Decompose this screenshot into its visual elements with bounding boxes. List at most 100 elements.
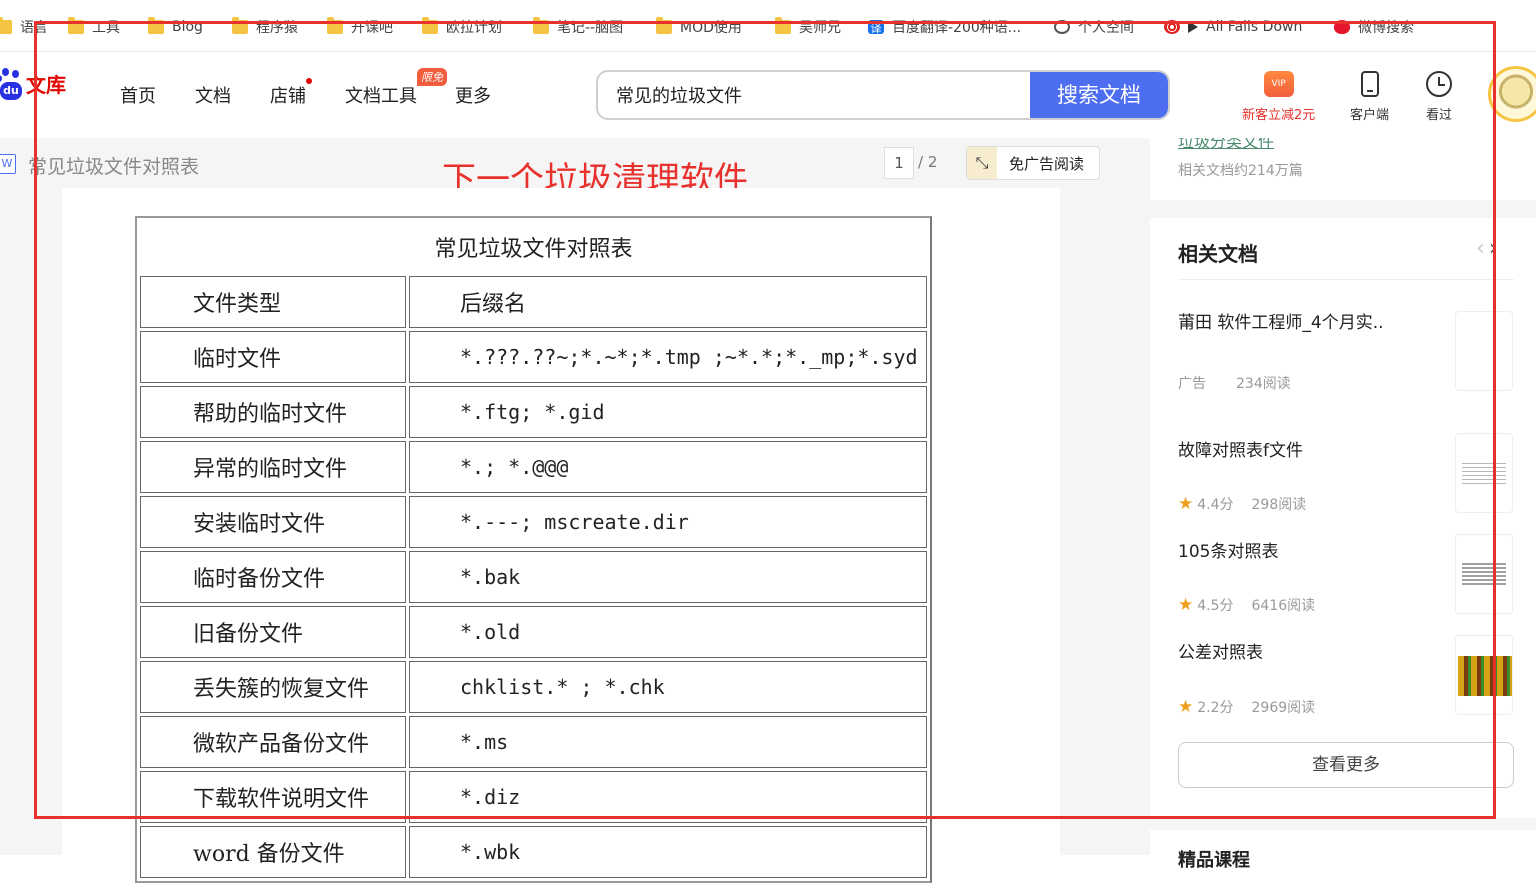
related-doc-meta: ★ 4.5分 6416阅读 bbox=[1178, 595, 1316, 615]
bookmark-item[interactable]: Blog bbox=[148, 16, 203, 38]
related-doc-thumbnail[interactable] bbox=[1455, 635, 1513, 715]
star-icon: ★ bbox=[1178, 697, 1194, 717]
folder-icon bbox=[148, 17, 164, 34]
file-type-cell: 旧备份文件 bbox=[140, 606, 406, 658]
table-row: word 备份文件 *.wbk bbox=[140, 826, 927, 878]
related-docs-heading: 相关文档 bbox=[1178, 242, 1258, 266]
bookmark-item[interactable]: 译百度翻译-200种语... bbox=[868, 16, 1021, 38]
file-type-cell: 微软产品备份文件 bbox=[140, 716, 406, 768]
extension-cell: *.diz bbox=[409, 771, 927, 823]
extension-cell: *.bak bbox=[409, 551, 927, 603]
extension-cell: *.; *.@@@ bbox=[409, 441, 927, 493]
header-cell: 后缀名 bbox=[409, 276, 927, 328]
limited-free-badge: 限免 bbox=[417, 68, 447, 86]
extension-cell: *.ftg; *.gid bbox=[409, 386, 927, 438]
nav-home[interactable]: 首页 bbox=[120, 82, 156, 108]
folder-icon bbox=[533, 17, 549, 34]
page-number-input[interactable]: 1 bbox=[884, 147, 914, 179]
phone-icon bbox=[1360, 71, 1379, 97]
bookmark-item[interactable]: MOD使用 bbox=[656, 16, 742, 38]
search-bar: 搜索文档 bbox=[596, 70, 1170, 120]
bookmark-item[interactable]: 微博搜索 bbox=[1334, 16, 1414, 38]
chevron-left-icon[interactable]: ‹ bbox=[1476, 236, 1485, 261]
bookmark-item[interactable]: 个人空间 bbox=[1054, 16, 1134, 38]
bookmark-item[interactable]: 笔记--脑图 bbox=[533, 16, 623, 38]
bookmark-item[interactable]: 欧拉计划 bbox=[422, 16, 502, 38]
avatar[interactable] bbox=[1488, 66, 1536, 122]
table-row: 旧备份文件 *.old bbox=[140, 606, 927, 658]
related-doc-thumbnail[interactable] bbox=[1455, 433, 1513, 513]
globe-icon bbox=[1054, 20, 1070, 34]
nav-doc-tools[interactable]: 文档工具 限免 bbox=[345, 68, 447, 108]
bookmark-item[interactable]: 吴师兄 bbox=[775, 16, 841, 38]
file-type-cell: 临时文件 bbox=[140, 331, 406, 383]
sidebar-gap bbox=[1126, 818, 1536, 830]
extension-cell: *.ms bbox=[409, 716, 927, 768]
table-row: 微软产品备份文件 *.ms bbox=[140, 716, 927, 768]
baidu-paw-icon: du bbox=[0, 68, 24, 100]
related-doc-title[interactable]: 105条对照表 bbox=[1178, 537, 1278, 562]
extension-cell: *.wbk bbox=[409, 826, 927, 878]
bookmark-item[interactable]: All Falls Down bbox=[1164, 16, 1302, 38]
bookmark-item[interactable]: 语言 bbox=[0, 16, 48, 38]
client-download[interactable]: 客户端 bbox=[1350, 68, 1389, 123]
folder-icon bbox=[327, 17, 343, 34]
nav-more[interactable]: 更多 bbox=[455, 82, 491, 108]
related-doc-meta: ★ 4.4分 298阅读 bbox=[1178, 494, 1307, 514]
table-row: 帮助的临时文件 *.ftg; *.gid bbox=[140, 386, 927, 438]
star-icon: ★ bbox=[1178, 494, 1194, 514]
view-more-button[interactable]: 查看更多 bbox=[1178, 742, 1514, 788]
garbage-file-table: 常见垃圾文件对照表 文件类型 后缀名 临时文件 *.???.??~;*.~*;*.… bbox=[135, 216, 932, 883]
sidebar-gap bbox=[1126, 200, 1536, 218]
related-doc-title[interactable]: 公差对照表 bbox=[1178, 638, 1263, 663]
logo-text: 文库 bbox=[26, 72, 66, 97]
bookmark-item[interactable]: 程序猿 bbox=[232, 16, 298, 38]
vip-promo[interactable]: VIP 新客立减2元 bbox=[1242, 68, 1315, 123]
related-count: 相关文档约214万篇 bbox=[1178, 163, 1303, 179]
file-type-cell: word 备份文件 bbox=[140, 826, 406, 878]
ad-free-reading-button[interactable]: ⤡ 免广告阅读 bbox=[966, 146, 1100, 180]
vip-gift-icon: VIP bbox=[1263, 71, 1294, 97]
bookmark-item[interactable]: 开课吧 bbox=[327, 16, 393, 38]
related-doc-title[interactable]: 莆田 软件工程师_4个月实.. bbox=[1178, 308, 1384, 333]
divider bbox=[1178, 279, 1514, 280]
sidebar-gutter bbox=[1126, 138, 1150, 855]
header-cell: 文件类型 bbox=[140, 276, 406, 328]
notification-dot bbox=[306, 78, 312, 84]
related-doc-meta: 广告 234阅读 bbox=[1178, 376, 1291, 392]
table-row: 丢失簇的恢复文件 chklist.* ; *.chk bbox=[140, 661, 927, 713]
bookmark-item[interactable]: 工具 bbox=[68, 16, 120, 38]
word-doc-icon: W bbox=[0, 154, 16, 174]
carousel-arrows: ‹ › bbox=[1476, 236, 1498, 261]
related-doc-thumbnail[interactable] bbox=[1455, 311, 1513, 391]
clock-icon bbox=[1426, 71, 1452, 97]
nav-shop[interactable]: 店铺 bbox=[270, 78, 312, 108]
search-input[interactable] bbox=[598, 72, 1032, 118]
table-row: 临时文件 *.???.??~;*.~*;*.tmp ;~*.*;*._mp;*.s… bbox=[140, 331, 927, 383]
folder-icon bbox=[775, 17, 791, 34]
file-type-cell: 丢失簇的恢复文件 bbox=[140, 661, 406, 713]
wenku-logo[interactable]: du 文库 bbox=[0, 68, 66, 100]
file-type-cell: 临时备份文件 bbox=[140, 551, 406, 603]
nav-docs[interactable]: 文档 bbox=[195, 82, 231, 108]
related-doc-title[interactable]: 故障对照表f文件 bbox=[1178, 436, 1303, 461]
table-row: 安装临时文件 *.---; mscreate.dir bbox=[140, 496, 927, 548]
extension-cell: chklist.* ; *.chk bbox=[409, 661, 927, 713]
related-doc-thumbnail[interactable] bbox=[1455, 534, 1513, 614]
star-icon: ★ bbox=[1178, 595, 1194, 615]
courses-heading: 精品课程 bbox=[1178, 850, 1250, 871]
folder-icon bbox=[656, 17, 672, 34]
chevron-right-icon[interactable]: › bbox=[1489, 236, 1498, 261]
table-row: 下载软件说明文件 *.diz bbox=[140, 771, 927, 823]
table-caption: 常见垃圾文件对照表 bbox=[434, 237, 633, 262]
file-type-cell: 帮助的临时文件 bbox=[140, 386, 406, 438]
folder-icon bbox=[68, 17, 84, 34]
extension-cell: *.???.??~;*.~*;*.tmp ;~*.*;*._mp;*.syd bbox=[409, 331, 927, 383]
file-type-cell: 异常的临时文件 bbox=[140, 441, 406, 493]
table-row: 临时备份文件 *.bak bbox=[140, 551, 927, 603]
page-total: / 2 bbox=[918, 153, 938, 171]
search-button[interactable]: 搜索文档 bbox=[1030, 72, 1168, 118]
extension-cell: *.---; mscreate.dir bbox=[409, 496, 927, 548]
history-link[interactable]: 看过 bbox=[1426, 68, 1452, 123]
music-icon bbox=[1164, 20, 1180, 34]
